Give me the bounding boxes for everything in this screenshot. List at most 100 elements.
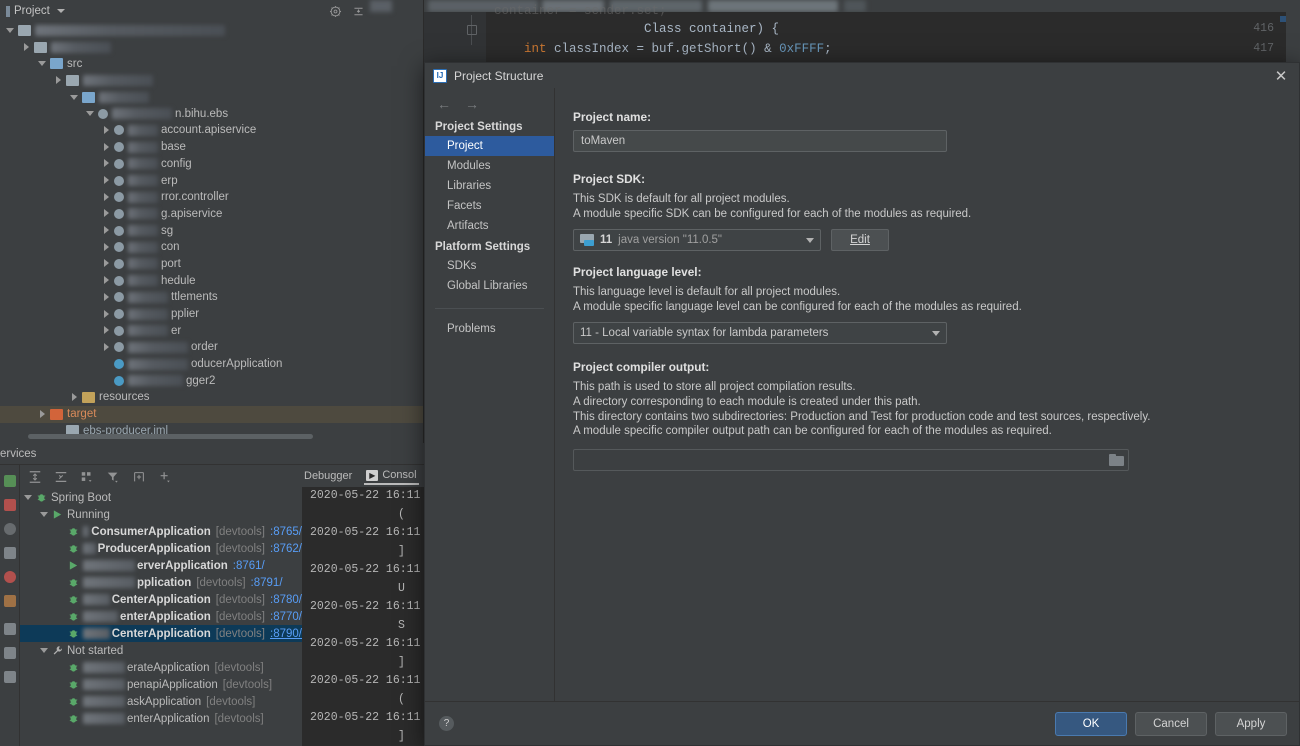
- sidebar-item-problems[interactable]: Problems: [425, 319, 554, 339]
- tree-twisty-icon[interactable]: [54, 75, 63, 85]
- sidebar-item-project[interactable]: Project: [425, 136, 554, 156]
- tree-twisty-icon[interactable]: [86, 109, 95, 118]
- editor-code-line[interactable]: Class container) {: [494, 22, 779, 36]
- tree-node[interactable]: [0, 89, 423, 106]
- code-fold-icon[interactable]: [467, 15, 477, 45]
- editor-tab-blurred-5[interactable]: [844, 0, 866, 12]
- tree-twisty-icon[interactable]: [102, 242, 111, 252]
- service-row[interactable]: Spring Boot: [20, 489, 302, 506]
- tree-twisty-icon[interactable]: [40, 646, 49, 655]
- add-tab-icon[interactable]: [132, 470, 146, 484]
- collapse-all-icon[interactable]: [54, 470, 68, 484]
- tree-node[interactable]: port: [0, 256, 423, 273]
- project-tab[interactable]: Project: [6, 5, 65, 17]
- more-icon[interactable]: [4, 671, 16, 683]
- service-row[interactable]: CenterApplication [devtools]:8790/: [20, 625, 302, 642]
- project-file-tree[interactable]: src n.bihu.ebs account.apiservice base confi…: [0, 22, 423, 443]
- service-row[interactable]: erverApplication:8761/: [20, 557, 302, 574]
- tree-twisty-icon[interactable]: [102, 159, 111, 168]
- tree-twisty-icon[interactable]: [38, 409, 47, 419]
- tree-twisty-icon[interactable]: [24, 493, 33, 502]
- tree-node[interactable]: target: [0, 405, 423, 423]
- services-tree[interactable]: Spring Boot Running ConsumerApplication [de…: [20, 489, 302, 746]
- service-port-link[interactable]: :8765/: [270, 526, 302, 538]
- cancel-button[interactable]: Cancel: [1135, 711, 1207, 736]
- chevron-down-icon[interactable]: [932, 330, 940, 336]
- tree-node[interactable]: oducerApplication: [0, 356, 423, 373]
- tree-twisty-icon[interactable]: [6, 26, 15, 35]
- tree-node[interactable]: er: [0, 322, 423, 339]
- service-port-link[interactable]: :8761/: [233, 560, 265, 572]
- sidebar-item-facets[interactable]: Facets: [425, 196, 554, 216]
- settings-gear-icon[interactable]: [329, 5, 342, 18]
- service-row[interactable]: ProducerApplication [devtools]:8762/: [20, 540, 302, 557]
- tree-node[interactable]: con: [0, 239, 423, 256]
- editor-code-line[interactable]: int classIndex = buf.getShort() & 0xFFFF…: [494, 42, 832, 56]
- chevron-down-icon[interactable]: [56, 9, 65, 13]
- tree-node[interactable]: config: [0, 156, 423, 173]
- tree-twisty-icon[interactable]: [102, 259, 111, 268]
- tree-twisty-icon[interactable]: [102, 292, 111, 302]
- tree-twisty-icon[interactable]: [102, 209, 111, 218]
- console-tab-consol[interactable]: ▶ Consol: [364, 467, 419, 485]
- tree-twisty-icon[interactable]: [70, 392, 79, 402]
- tree-node[interactable]: [0, 22, 423, 39]
- expand-all-icon[interactable]: [28, 470, 42, 484]
- tree-node[interactable]: hedule: [0, 272, 423, 289]
- service-row[interactable]: ConsumerApplication [devtools]:8765/: [20, 523, 302, 540]
- tree-twisty-icon[interactable]: [102, 226, 111, 235]
- tree-node[interactable]: resources: [0, 389, 423, 406]
- stop-icon[interactable]: [4, 499, 16, 511]
- service-row[interactable]: CenterApplication [devtools]:8780/: [20, 591, 302, 608]
- tree-twisty-icon[interactable]: [40, 510, 49, 519]
- tree-node[interactable]: account.apiservice: [0, 122, 423, 139]
- folder-icon[interactable]: [1109, 453, 1124, 467]
- tree-node[interactable]: rror.controller: [0, 189, 423, 206]
- sidebar-item-artifacts[interactable]: Artifacts: [425, 216, 554, 236]
- tree-node[interactable]: order: [0, 339, 423, 356]
- resume-icon[interactable]: [4, 523, 16, 535]
- service-row[interactable]: Running: [20, 506, 302, 523]
- tree-twisty-icon[interactable]: [102, 326, 111, 335]
- chevron-down-icon[interactable]: [806, 237, 814, 243]
- service-row[interactable]: pplication [devtools]:8791/: [20, 574, 302, 591]
- tree-node[interactable]: n.bihu.ebs: [0, 105, 423, 122]
- service-port-link[interactable]: :8791/: [251, 577, 283, 589]
- tree-twisty-icon[interactable]: [22, 42, 31, 52]
- service-port-link[interactable]: :8762/: [270, 543, 302, 555]
- service-port-link[interactable]: :8790/: [270, 628, 302, 640]
- tree-twisty-icon[interactable]: [102, 192, 111, 202]
- add-icon[interactable]: [158, 470, 172, 484]
- service-row[interactable]: Not started: [20, 642, 302, 659]
- tree-node[interactable]: sg: [0, 222, 423, 239]
- sidebar-item-global-libraries[interactable]: Global Libraries: [425, 276, 554, 296]
- sdk-edit-button[interactable]: Edit: [831, 229, 889, 252]
- tree-twisty-icon[interactable]: [102, 125, 111, 135]
- editor-tab-blurred-4[interactable]: [708, 0, 838, 12]
- service-row[interactable]: enterApplication [devtools]: [20, 710, 302, 727]
- filter-icon[interactable]: [106, 470, 120, 484]
- console-output[interactable]: 2020-05-22 16:11 (2020-05-22 16:11] 2020-0…: [302, 487, 424, 746]
- run-icon[interactable]: [4, 475, 16, 487]
- collapse-all-icon[interactable]: [352, 5, 365, 18]
- tree-node[interactable]: ttlements: [0, 289, 423, 306]
- record-icon[interactable]: [4, 571, 16, 583]
- compiler-output-input[interactable]: [573, 448, 1129, 471]
- tree-node[interactable]: erp: [0, 172, 423, 189]
- service-row[interactable]: penapiApplication [devtools]: [20, 676, 302, 693]
- service-row[interactable]: erateApplication [devtools]: [20, 659, 302, 676]
- apply-button[interactable]: Apply: [1215, 711, 1287, 736]
- service-port-link[interactable]: :8780/: [270, 594, 302, 606]
- settings-icon[interactable]: [4, 623, 16, 635]
- sidebar-item-modules[interactable]: Modules: [425, 156, 554, 176]
- tree-twisty-icon[interactable]: [102, 342, 111, 352]
- breakpoint-icon[interactable]: [4, 595, 16, 607]
- forward-arrow-icon[interactable]: →: [465, 96, 479, 112]
- tree-node[interactable]: pplier: [0, 306, 423, 323]
- tree-node[interactable]: src: [0, 55, 423, 72]
- tree-node[interactable]: g.apiservice: [0, 206, 423, 223]
- service-port-link[interactable]: :8770/: [270, 611, 302, 623]
- language-level-select[interactable]: 11 - Local variable syntax for lambda pa…: [573, 322, 947, 345]
- close-icon[interactable]: ✕: [1271, 66, 1291, 86]
- tree-twisty-icon[interactable]: [70, 93, 79, 102]
